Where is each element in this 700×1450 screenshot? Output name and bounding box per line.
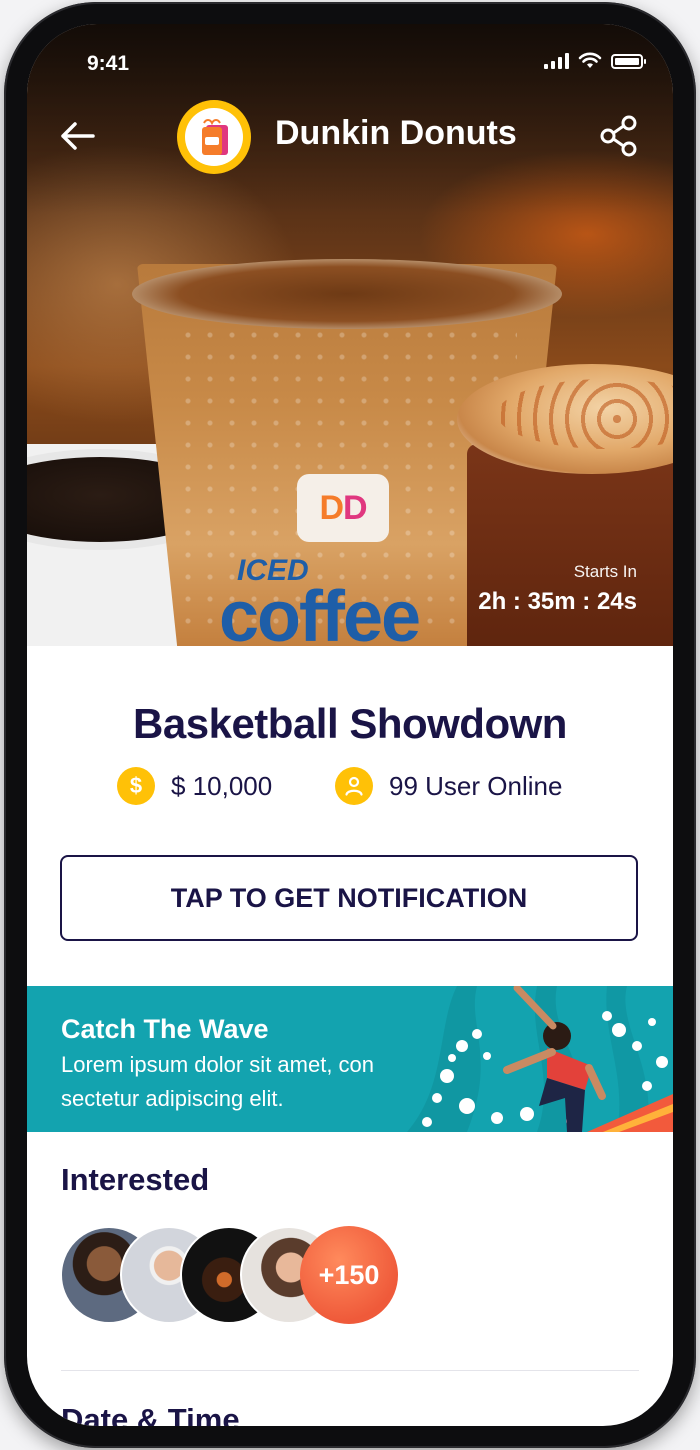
online-meta: 99 User Online (335, 766, 562, 806)
share-button[interactable] (597, 114, 641, 158)
cup-logo: DD (297, 474, 389, 542)
share-icon (600, 115, 637, 157)
date-time-title: Date & Time (61, 1402, 240, 1426)
cup-word-coffee: coffee (219, 577, 421, 646)
surfer-illustration (407, 986, 673, 1132)
prize-amount: $ 10,000 (171, 770, 273, 801)
app-screen: DD ICED coffee 9:41 Dunkin Donuts Starts… (27, 24, 673, 1426)
prize-meta: $ $ 10,000 (117, 766, 272, 806)
banner-title: Catch The Wave (61, 1014, 269, 1044)
get-notification-button[interactable]: TAP TO GET NOTIFICATION (60, 855, 638, 941)
status-time: 9:41 (87, 52, 130, 75)
event-title: Basketball Showdown (133, 700, 567, 747)
status-icons (544, 52, 646, 70)
countdown: Starts In 2h : 35m : 24s (478, 562, 637, 616)
phone-frame: DD ICED coffee 9:41 Dunkin Donuts Starts… (4, 2, 696, 1448)
banner-text: Lorem ipsum dolor sit amet, con sectetur… (61, 1052, 375, 1111)
dollar-icon: $ (117, 767, 155, 805)
countdown-label: Starts In (573, 562, 637, 581)
online-count: 99 User Online (389, 770, 563, 801)
promo-banner[interactable]: Catch The Wave Lorem ipsum dolor sit ame… (27, 986, 673, 1132)
status-bar: 9:41 (27, 24, 673, 84)
back-button[interactable] (57, 118, 97, 154)
arrow-left-icon (61, 122, 95, 150)
brand-logo-inner (185, 108, 243, 166)
battery-icon (611, 53, 646, 69)
iced-coffee-lid (132, 259, 562, 329)
top-nav: Dunkin Donuts (27, 96, 673, 176)
user-icon (335, 767, 373, 805)
countdown-value: 2h : 35m : 24s (478, 588, 637, 615)
wifi-icon (578, 52, 602, 68)
divider (61, 1370, 639, 1371)
brand-logo (177, 100, 251, 174)
signal-icon (544, 53, 569, 69)
hero-image: DD ICED coffee 9:41 Dunkin Donuts Starts… (27, 24, 673, 646)
more-interested-badge[interactable]: +150 (300, 1226, 398, 1324)
interested-avatars: +150 (60, 1226, 400, 1326)
coffee-cup-logo-icon (202, 119, 228, 155)
brand-name: Dunkin Donuts (275, 114, 517, 152)
interested-title: Interested (61, 1162, 210, 1197)
